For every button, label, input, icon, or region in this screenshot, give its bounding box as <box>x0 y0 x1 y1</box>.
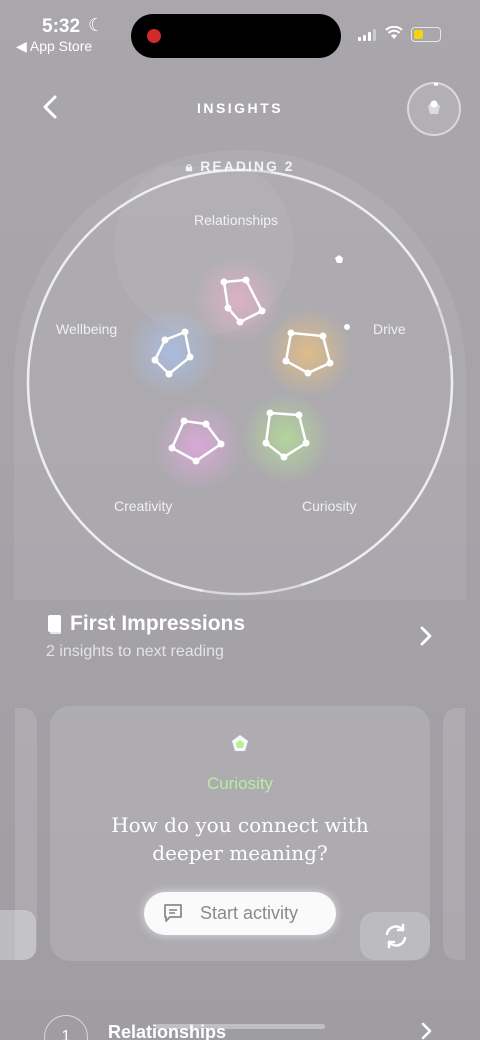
trait-label-creativity: Creativity <box>114 498 173 514</box>
dynamic-island <box>131 14 341 58</box>
first-impressions-subtitle: 2 insights to next reading <box>46 643 224 660</box>
creativity-constellation[interactable] <box>148 396 248 496</box>
cellular-signal-icon <box>358 29 378 41</box>
trait-label-curiosity: Curiosity <box>302 498 357 514</box>
battery-icon <box>411 27 441 42</box>
curiosity-badge-icon <box>232 735 248 751</box>
profile-button[interactable] <box>407 82 461 136</box>
badge-icon <box>428 82 440 114</box>
reading-label-text: READING 2 <box>200 158 295 174</box>
star-sparkle-icon <box>335 255 350 330</box>
first-impressions-title[interactable]: First Impressions <box>70 612 245 636</box>
status-time: 5:32 <box>42 16 81 37</box>
refresh-button[interactable] <box>360 912 430 960</box>
list-item-number: 1 <box>44 1015 88 1040</box>
home-indicator[interactable] <box>155 1024 325 1029</box>
start-activity-button[interactable]: Start activity <box>144 892 336 935</box>
wellbeing-constellation[interactable] <box>124 302 224 402</box>
next-card-peek[interactable] <box>443 708 465 960</box>
back-to-app-store-link[interactable]: ◀ App Store <box>16 38 92 55</box>
trait-label-relationships: Relationships <box>194 212 279 228</box>
start-activity-label: Start activity <box>200 903 299 923</box>
list-item[interactable]: 1 Relationships <box>0 1005 480 1040</box>
refresh-icon <box>385 923 407 949</box>
wifi-icon <box>385 24 403 45</box>
constellation-orbit <box>26 166 454 596</box>
chevron-right-icon[interactable] <box>416 1021 436 1040</box>
chat-bubble-icon <box>164 904 182 922</box>
reading-label: 🔒︎ READING 2 <box>0 158 480 175</box>
curiosity-constellation[interactable] <box>236 388 336 488</box>
card-question: How do you connect with deeper meaning? <box>111 813 369 865</box>
trait-label-wellbeing: Wellbeing <box>56 321 118 337</box>
side-tab[interactable] <box>0 910 36 960</box>
trait-label-drive: Drive <box>373 321 406 337</box>
status-bar: 5:32 ☾ ◀ App Store <box>0 0 480 60</box>
lock-icon: 🔒︎ <box>185 159 195 174</box>
moon-icon: ☾ <box>88 15 105 35</box>
chevron-right-icon[interactable] <box>414 624 438 648</box>
card-trait-label: Curiosity <box>206 774 274 793</box>
book-icon <box>48 615 61 634</box>
recording-indicator-icon <box>147 29 161 43</box>
